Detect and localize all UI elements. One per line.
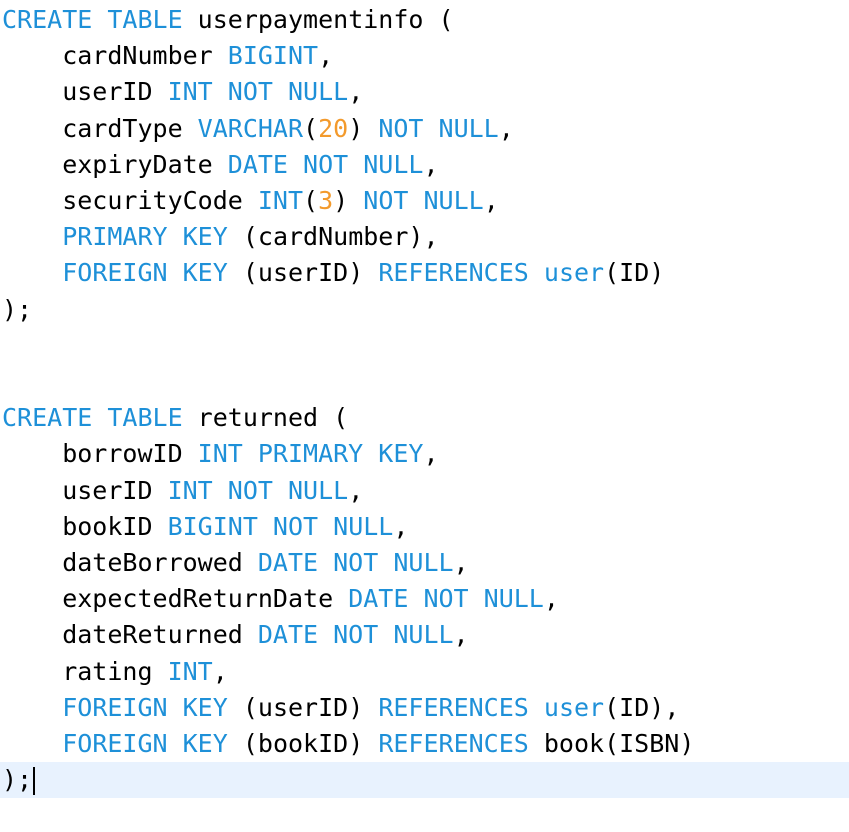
sql-code-editor[interactable]: CREATE TABLE userpaymentinfo ( cardNumbe… <box>0 0 849 832</box>
code-line[interactable]: securityCode INT(3) NOT NULL, <box>0 183 849 219</box>
sql-identifier: expiryDate <box>2 149 228 179</box>
sql-keyword: INT NOT NULL <box>167 77 349 107</box>
sql-identifier: , <box>348 475 364 505</box>
text-cursor <box>33 767 36 796</box>
sql-keyword: INT <box>257 186 304 215</box>
sql-keyword: REFERENCES <box>378 258 529 288</box>
sql-keyword: INT PRIMARY KEY <box>197 439 424 469</box>
sql-number: 3 <box>318 186 334 215</box>
sql-keyword: BIGINT <box>227 41 319 71</box>
sql-identifier: , <box>498 113 514 143</box>
code-line[interactable]: dateReturned DATE NOT NULL, <box>0 617 849 653</box>
sql-identifier: , <box>453 620 469 650</box>
sql-identifier: securityCode <box>2 186 258 215</box>
sql-keyword: DATE NOT NULL <box>257 548 454 577</box>
sql-identifier: (userID) <box>227 692 379 722</box>
sql-keyword: VARCHAR <box>197 113 304 143</box>
sql-identifier: (cardNumber), <box>227 222 439 252</box>
sql-identifier <box>2 258 62 287</box>
sql-identifier: , <box>483 186 499 215</box>
sql-identifier: , <box>423 149 439 179</box>
sql-keyword: NOT NULL <box>378 113 499 143</box>
code-line[interactable]: PRIMARY KEY (cardNumber), <box>0 219 849 255</box>
sql-identifier: ) <box>348 113 379 143</box>
sql-identifier <box>2 693 62 722</box>
sql-keyword: REFERENCES <box>378 729 529 758</box>
code-line[interactable]: CREATE TABLE userpaymentinfo ( <box>0 2 849 38</box>
sql-keyword: DATE NOT NULL <box>227 149 424 179</box>
sql-identifier: dateBorrowed <box>2 548 258 577</box>
sql-identifier <box>2 729 62 758</box>
sql-keyword: PRIMARY KEY <box>62 222 228 252</box>
sql-identifier: ( <box>303 113 319 143</box>
code-line[interactable]: dateBorrowed DATE NOT NULL, <box>0 545 849 581</box>
code-line[interactable] <box>0 328 849 364</box>
code-line[interactable]: userID INT NOT NULL, <box>0 473 849 509</box>
code-line[interactable]: borrowID INT PRIMARY KEY, <box>0 436 849 472</box>
sql-identifier: , <box>453 548 469 577</box>
sql-identifier: borrowID <box>2 439 198 469</box>
sql-identifier: (bookID) <box>227 729 379 758</box>
sql-keyword: NOT NULL <box>363 186 484 215</box>
sql-identifier: , <box>423 439 439 469</box>
sql-number: 20 <box>318 113 349 143</box>
sql-keyword: user <box>543 692 605 722</box>
sql-keyword: DATE NOT NULL <box>348 584 544 614</box>
sql-keyword: INT <box>167 656 213 686</box>
code-line[interactable]: FOREIGN KEY (bookID) REFERENCES book(ISB… <box>0 726 849 762</box>
code-line[interactable]: expectedReturnDate DATE NOT NULL, <box>0 581 849 617</box>
code-line[interactable]: FOREIGN KEY (userID) REFERENCES user(ID)… <box>0 690 849 726</box>
code-line[interactable]: cardType VARCHAR(20) NOT NULL, <box>0 111 849 147</box>
sql-keyword: INT NOT NULL <box>167 475 349 505</box>
sql-keyword: BIGINT NOT NULL <box>167 511 394 541</box>
sql-identifier: dateReturned <box>2 620 258 650</box>
sql-identifier: userID <box>2 475 168 505</box>
sql-keyword: DATE NOT NULL <box>257 620 454 650</box>
code-line[interactable]: rating INT, <box>0 654 849 690</box>
code-line[interactable]: FOREIGN KEY (userID) REFERENCES user(ID) <box>0 255 849 291</box>
code-line[interactable]: cardNumber BIGINT, <box>0 38 849 74</box>
sql-keyword: user <box>543 258 605 288</box>
sql-identifier: userpaymentinfo ( <box>182 5 454 34</box>
sql-identifier: cardType <box>2 113 198 143</box>
sql-identifier: book(ISBN) <box>528 729 695 758</box>
sql-identifier: bookID <box>2 511 168 541</box>
sql-identifier <box>2 222 62 251</box>
sql-identifier <box>529 693 544 722</box>
sql-identifier: , <box>543 584 559 614</box>
code-line[interactable]: bookID BIGINT NOT NULL, <box>0 509 849 545</box>
sql-identifier: , <box>212 656 228 686</box>
code-line[interactable] <box>0 364 849 400</box>
sql-identifier: , <box>393 511 409 541</box>
sql-identifier: , <box>318 41 334 71</box>
sql-keyword: FOREIGN KEY <box>62 692 228 722</box>
sql-identifier <box>529 258 544 287</box>
code-line[interactable]: ); <box>0 292 849 328</box>
sql-identifier: ( <box>303 186 319 215</box>
sql-identifier: ) <box>333 186 364 215</box>
sql-identifier: userID <box>2 77 168 107</box>
sql-identifier: (userID) <box>227 258 379 288</box>
sql-identifier: rating <box>2 656 168 686</box>
sql-keyword: CREATE TABLE <box>2 5 183 34</box>
sql-identifier: ); <box>2 765 33 795</box>
code-line[interactable]: userID INT NOT NULL, <box>0 74 849 110</box>
code-line[interactable]: CREATE TABLE returned ( <box>0 400 849 436</box>
sql-keyword: FOREIGN KEY <box>62 258 228 288</box>
code-line[interactable]: expiryDate DATE NOT NULL, <box>0 147 849 183</box>
sql-keyword: FOREIGN KEY <box>62 729 228 758</box>
sql-identifier: expectedReturnDate <box>2 584 349 614</box>
sql-identifier: returned ( <box>182 403 349 433</box>
sql-identifier: (ID) <box>604 258 665 288</box>
sql-identifier: ); <box>2 294 33 324</box>
sql-identifier: (ID), <box>604 692 680 722</box>
sql-keyword: REFERENCES <box>378 692 529 722</box>
sql-identifier: cardNumber <box>2 41 228 71</box>
code-line-current[interactable]: ); <box>0 762 849 799</box>
sql-keyword: CREATE TABLE <box>2 403 183 433</box>
sql-identifier: , <box>348 77 364 107</box>
